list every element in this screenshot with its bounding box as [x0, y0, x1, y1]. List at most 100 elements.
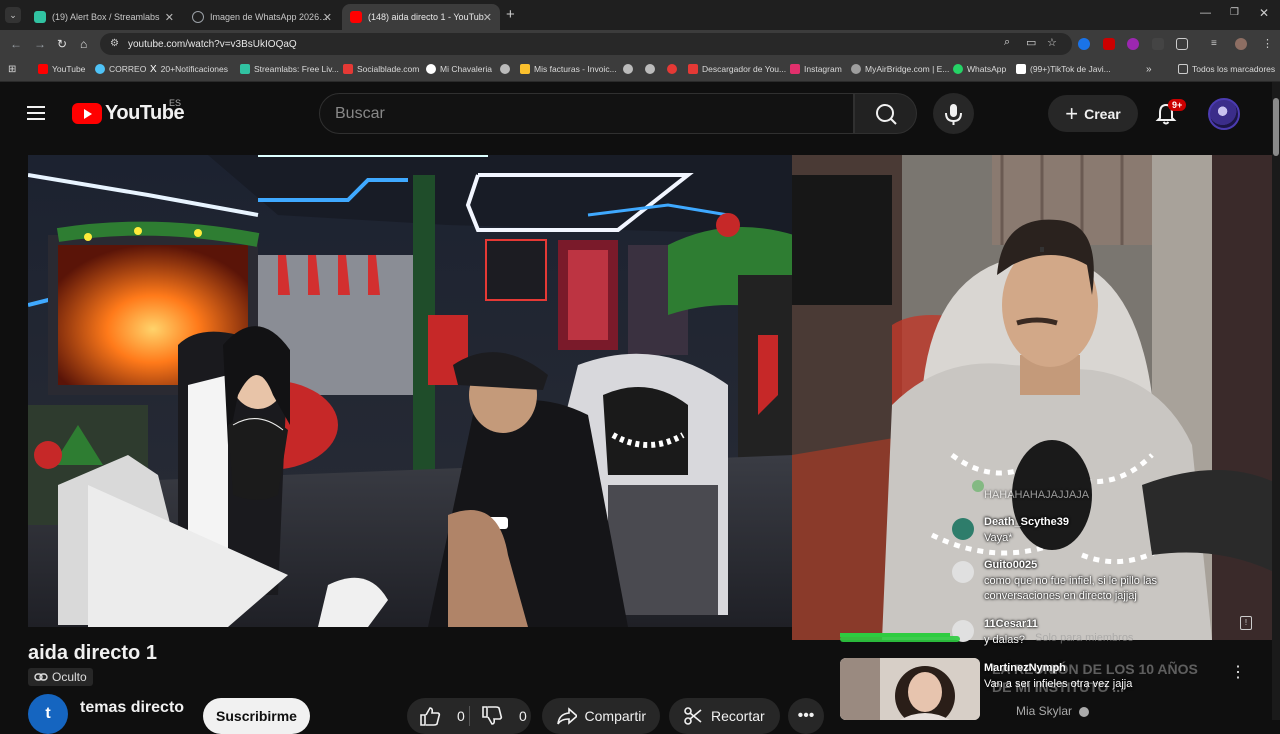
thumbs-up-icon	[420, 707, 441, 726]
bookmark-youtube-downloader[interactable]: Descargador de You...	[688, 64, 786, 74]
close-tab-icon[interactable]: ✕	[483, 11, 492, 24]
apps-grid-icon[interactable]: ⊞	[8, 64, 16, 75]
bookmark-unnamed-4[interactable]	[667, 64, 681, 74]
recommended-channel-name: Mia Skylar	[1016, 704, 1073, 718]
video-player[interactable]	[28, 155, 794, 627]
bookmark-instagram[interactable]: Instagram	[790, 64, 842, 74]
bookmark-youtube[interactable]: YouTube	[38, 64, 85, 74]
extension-red-icon[interactable]	[1103, 38, 1115, 50]
bookmark-label: CORREO	[109, 64, 147, 74]
bookmark-mi-chavaleria[interactable]: Mi Chavaleria	[426, 64, 492, 74]
close-window-icon[interactable]: ✕	[1259, 6, 1269, 20]
site-info-icon[interactable]: ⚙	[110, 38, 119, 49]
dislike-button[interactable]: 0	[481, 698, 527, 734]
recommended-video-title[interactable]: LA REUNIÓN DE LOS 10 AÑOS DE MI INSTITUT…	[992, 660, 1212, 696]
page-scrollbar-thumb[interactable]	[1273, 98, 1279, 156]
youtube-logo[interactable]: YouTube ES	[72, 98, 185, 125]
more-bookmarks-icon[interactable]: »	[1146, 64, 1152, 75]
whatsapp-icon	[953, 64, 963, 74]
youtube-icon	[350, 11, 362, 23]
channel-avatar[interactable]: t	[28, 694, 68, 734]
subscribe-button[interactable]: Suscribirme	[203, 698, 310, 734]
share-label: Compartir	[584, 708, 646, 724]
bookmark-tiktok[interactable]: (99+)TikTok de Javi...	[1016, 64, 1111, 74]
chat-text: como que no fue infiel, si le pillo las …	[984, 575, 1158, 602]
folder-icon	[1178, 64, 1188, 74]
bookmark-label: Socialblade.com	[357, 64, 420, 74]
zoom-icon[interactable]: ⌕	[1004, 36, 1010, 49]
bookmark-unnamed-2[interactable]	[623, 64, 637, 74]
reload-icon[interactable]: ↻	[57, 37, 67, 51]
thumbnail-image	[840, 658, 980, 720]
clip-button[interactable]: Recortar	[669, 698, 780, 734]
microphone-icon	[945, 104, 962, 125]
extensions-puzzle-icon[interactable]	[1176, 38, 1188, 50]
home-icon[interactable]: ⌂	[80, 37, 87, 51]
apple-icon	[667, 64, 677, 74]
recommended-video-thumbnail[interactable]	[840, 658, 980, 720]
minimize-icon[interactable]: —	[1200, 7, 1211, 19]
like-button[interactable]: 0	[419, 698, 465, 734]
bookmark-whatsapp[interactable]: WhatsApp	[953, 64, 1006, 74]
bookmark-star-icon[interactable]: ☆	[1047, 36, 1057, 49]
bookmark-streamlabs[interactable]: Streamlabs: Free Liv...	[240, 64, 339, 74]
all-bookmarks-folder[interactable]: Todos los marcadores	[1178, 64, 1275, 74]
close-tab-icon[interactable]: ✕	[323, 11, 332, 24]
bookmark-label: Mi Chavaleria	[440, 64, 492, 74]
bookmark-label: Streamlabs: Free Liv...	[254, 64, 339, 74]
chat-text: Vaya*	[984, 532, 1013, 544]
hamburger-menu-icon[interactable]	[27, 106, 45, 120]
reading-list-icon[interactable]: ≡	[1211, 38, 1223, 50]
restore-icon[interactable]: ❐	[1230, 7, 1239, 18]
tab-whatsapp-image[interactable]: Imagen de WhatsApp 2026-01- ✕	[184, 4, 340, 30]
browser-menu-icon[interactable]: ⋮	[1262, 37, 1273, 50]
bookmark-socialblade[interactable]: Socialblade.com	[343, 64, 419, 74]
progress-strip	[840, 636, 960, 642]
bookmark-unnamed-1[interactable]	[500, 64, 514, 74]
search-button[interactable]	[854, 93, 917, 134]
bookmark-mis-facturas[interactable]: Mis facturas - Invoic...	[520, 64, 617, 74]
tab-search-icon[interactable]: ⌄	[5, 7, 21, 23]
voice-search-button[interactable]	[933, 93, 974, 134]
chat-avatar	[952, 561, 974, 583]
like-count: 0	[457, 708, 465, 724]
bookmark-unnamed-3[interactable]	[645, 64, 659, 74]
page-scrollbar-track[interactable]	[1272, 82, 1280, 720]
bookmark-label: (99+)TikTok de Javi...	[1030, 64, 1111, 74]
recommended-channel[interactable]: Mia Skylar	[1016, 704, 1090, 718]
more-actions-button[interactable]: •••	[788, 698, 824, 734]
tab-youtube-active[interactable]: (148) aida directo 1 - YouTub ✕	[342, 4, 500, 30]
forward-icon[interactable]: →	[34, 37, 46, 51]
recommended-more-icon[interactable]: ⋮	[1230, 662, 1246, 682]
create-button[interactable]: + Crear	[1048, 95, 1138, 132]
bookmark-myairbridge[interactable]: MyAirBridge.com | E...	[851, 64, 949, 74]
chat-avatar	[952, 518, 974, 540]
tab-streamlabs[interactable]: (19) Alert Box / Streamlabs ✕	[26, 4, 182, 30]
x-logo-icon: X	[150, 64, 157, 75]
bookmark-label: WhatsApp	[967, 64, 1007, 74]
channel-name[interactable]: temas directo	[80, 699, 184, 717]
address-bar[interactable]: ⚙ youtube.com/watch?v=v3BsUkIOQaQ ⌕ ▭ ☆	[100, 33, 1072, 55]
share-icon	[557, 707, 577, 725]
link-icon	[34, 673, 48, 681]
share-button[interactable]: Compartir	[542, 698, 660, 734]
more-horizontal-icon: •••	[797, 707, 815, 724]
bookmark-correo[interactable]: CORREO	[95, 64, 146, 74]
bookmark-x-notifications[interactable]: X 20+Notificaciones	[150, 64, 228, 75]
extension-heart-icon[interactable]	[1127, 38, 1139, 50]
extension-gray-icon[interactable]	[1152, 38, 1164, 50]
cast-icon[interactable]: ▭	[1026, 36, 1036, 49]
account-avatar[interactable]	[1208, 98, 1240, 130]
privacy-label: Oculto	[52, 670, 87, 684]
search-input[interactable]: Buscar	[319, 93, 854, 134]
privacy-badge: Oculto	[28, 668, 93, 686]
extension-audio-icon[interactable]	[1078, 38, 1090, 50]
close-tab-icon[interactable]: ✕	[165, 11, 174, 24]
region-code: ES	[169, 98, 182, 108]
profile-icon[interactable]	[1235, 38, 1247, 50]
search-icon	[876, 104, 897, 125]
new-tab-icon[interactable]: +	[506, 6, 515, 23]
youtube-play-icon	[72, 103, 102, 124]
chat-feedback-icon[interactable]: !	[1240, 616, 1252, 630]
back-icon[interactable]: ←	[10, 37, 22, 51]
